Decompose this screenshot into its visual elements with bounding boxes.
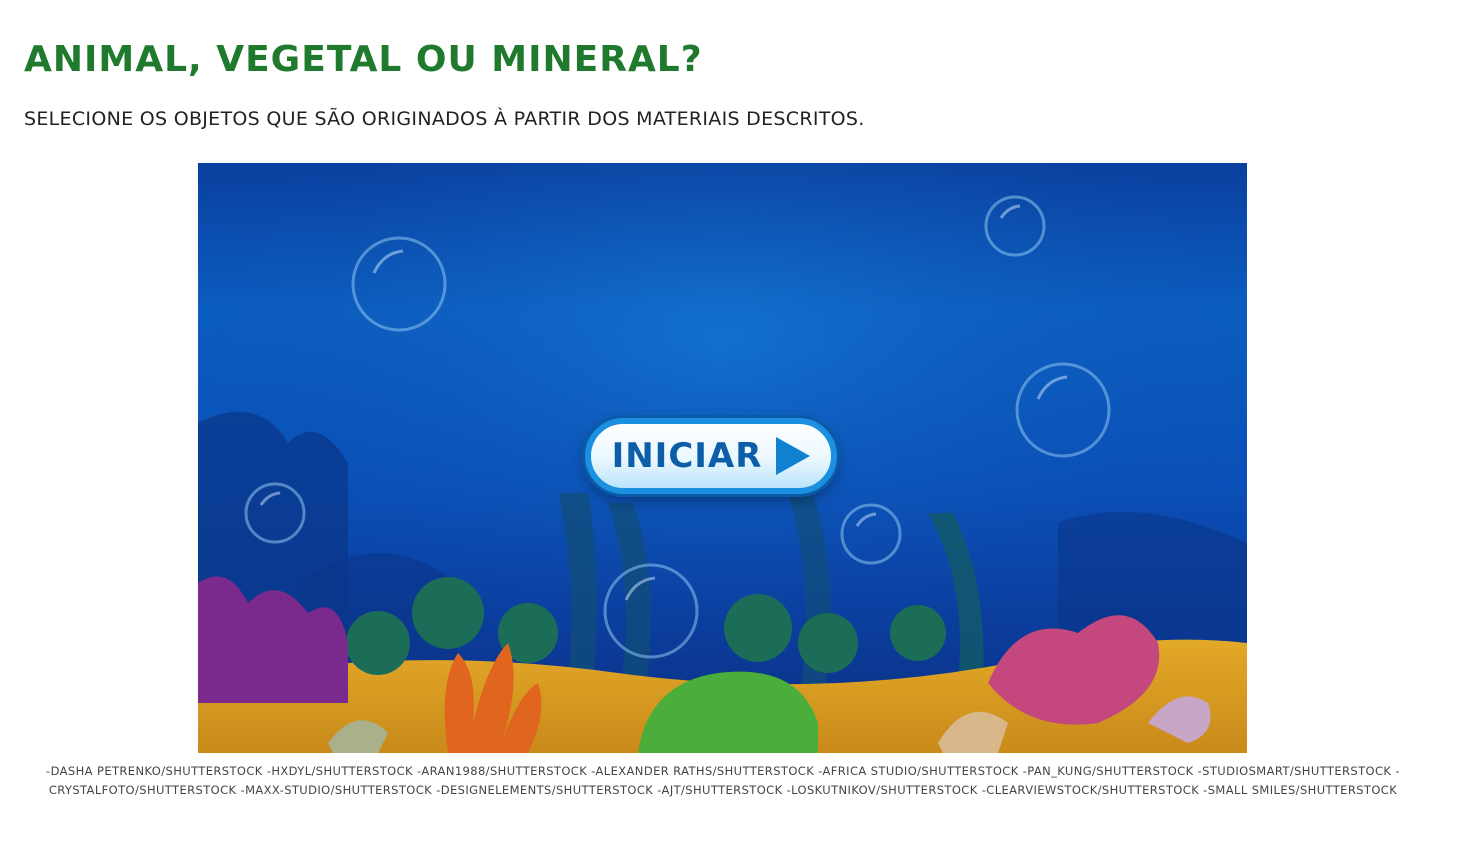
play-arrow-icon: [776, 437, 811, 475]
instructions-text: SELECIONE OS OBJETOS QUE SÃO ORIGINADOS …: [24, 108, 865, 130]
game-canvas[interactable]: INICIAR: [198, 163, 1247, 753]
start-button-label: INICIAR: [611, 436, 763, 476]
image-credits: -DASHA PETRENKO/SHUTTERSTOCK -HXDYL/SHUT…: [46, 764, 1400, 797]
start-button[interactable]: INICIAR: [585, 418, 837, 494]
page-title: ANIMAL, VEGETAL OU MINERAL?: [24, 39, 703, 80]
